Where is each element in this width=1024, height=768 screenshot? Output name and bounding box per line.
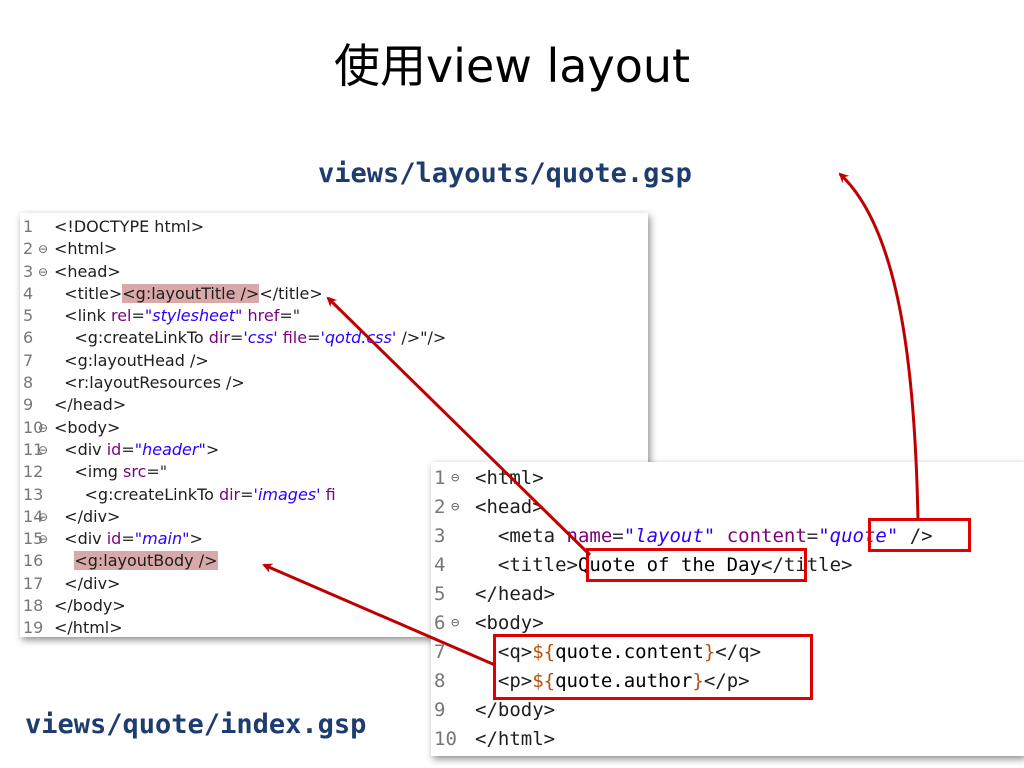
arrow-meta-to-layout-file: [838, 172, 920, 521]
arrow-title-to-layouttitle: [326, 296, 592, 557]
arrow-body-to-layoutbody: [262, 563, 496, 667]
arrows-layer: [262, 172, 920, 667]
